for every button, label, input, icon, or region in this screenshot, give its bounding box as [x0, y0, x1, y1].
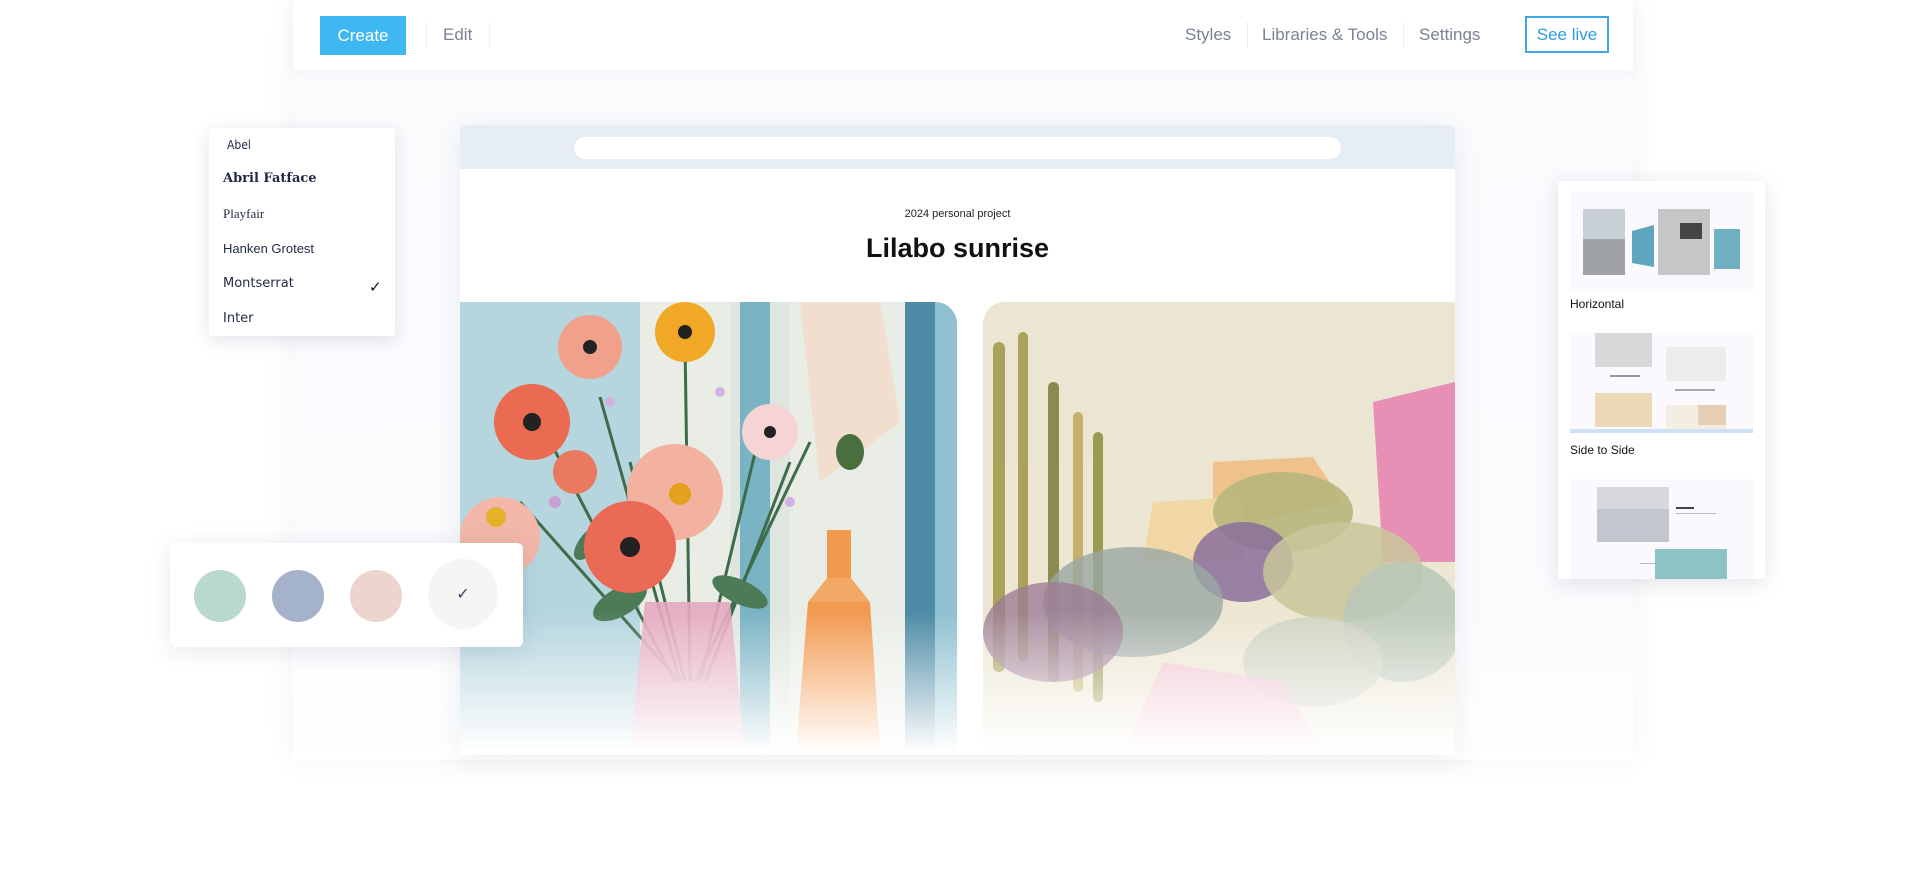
create-button[interactable]: Create — [320, 16, 406, 55]
site-preview: 2024 personal project Lilabo sunrise — [460, 125, 1455, 755]
font-option-playfair[interactable]: Playfair — [223, 206, 264, 222]
toolbar-divider — [1247, 22, 1248, 48]
layout-label-side-to-side: Side to Side — [1570, 443, 1635, 457]
third-layout-preview — [1597, 487, 1727, 579]
preview-browser-bar — [460, 125, 1455, 169]
font-option-montserrat[interactable]: Montserrat — [223, 276, 294, 291]
check-icon: ✓ — [369, 279, 382, 296]
libraries-tools-tab[interactable]: Libraries & Tools — [1262, 25, 1387, 45]
layout-thumbnail-third[interactable] — [1570, 479, 1753, 579]
font-dropdown-menu: Abel Abril Fatface Playfair Hanken Grote… — [209, 128, 395, 336]
font-option-hanken-grotest[interactable]: Hanken Grotest — [223, 241, 314, 256]
layout-picker-panel: Horizontal Side to Side — [1558, 181, 1765, 579]
swatch-periwinkle[interactable] — [272, 570, 324, 622]
swatch-mint[interactable] — [194, 570, 246, 622]
layout-label-horizontal: Horizontal — [1570, 297, 1625, 311]
preview-address-bar — [574, 137, 1341, 159]
selected-swatch-check-icon: ✓ — [456, 586, 470, 603]
layout-thumbnail-side-to-side[interactable] — [1570, 333, 1753, 433]
image-fade — [983, 612, 1455, 752]
swatch-blush[interactable] — [350, 570, 402, 622]
image-fade — [460, 612, 957, 752]
settings-tab[interactable]: Settings — [1419, 25, 1480, 45]
layout-thumbnail-horizontal[interactable] — [1570, 191, 1753, 291]
side-to-side-layout-preview — [1570, 333, 1753, 433]
horizontal-layout-preview — [1583, 209, 1740, 275]
edit-tab[interactable]: Edit — [443, 25, 472, 45]
font-option-abril-fatface[interactable]: Abril Fatface — [223, 171, 317, 186]
toolbar-divider — [1403, 22, 1404, 48]
color-palette-panel: ✓ — [170, 543, 523, 647]
project-subtitle: 2024 personal project — [904, 208, 1011, 220]
font-option-abel[interactable]: Abel — [227, 138, 251, 152]
toolbar-divider — [426, 22, 427, 48]
toolbar-divider — [489, 22, 490, 48]
styles-tab[interactable]: Styles — [1185, 25, 1231, 45]
project-title: Lilabo sunrise — [865, 233, 1050, 263]
see-live-button[interactable]: See live — [1525, 16, 1609, 53]
artwork-flowers-image[interactable] — [460, 302, 957, 752]
swatch-selected[interactable]: ✓ — [428, 559, 498, 629]
artwork-desert-image[interactable] — [983, 302, 1455, 752]
font-option-inter[interactable]: Inter — [223, 311, 254, 326]
